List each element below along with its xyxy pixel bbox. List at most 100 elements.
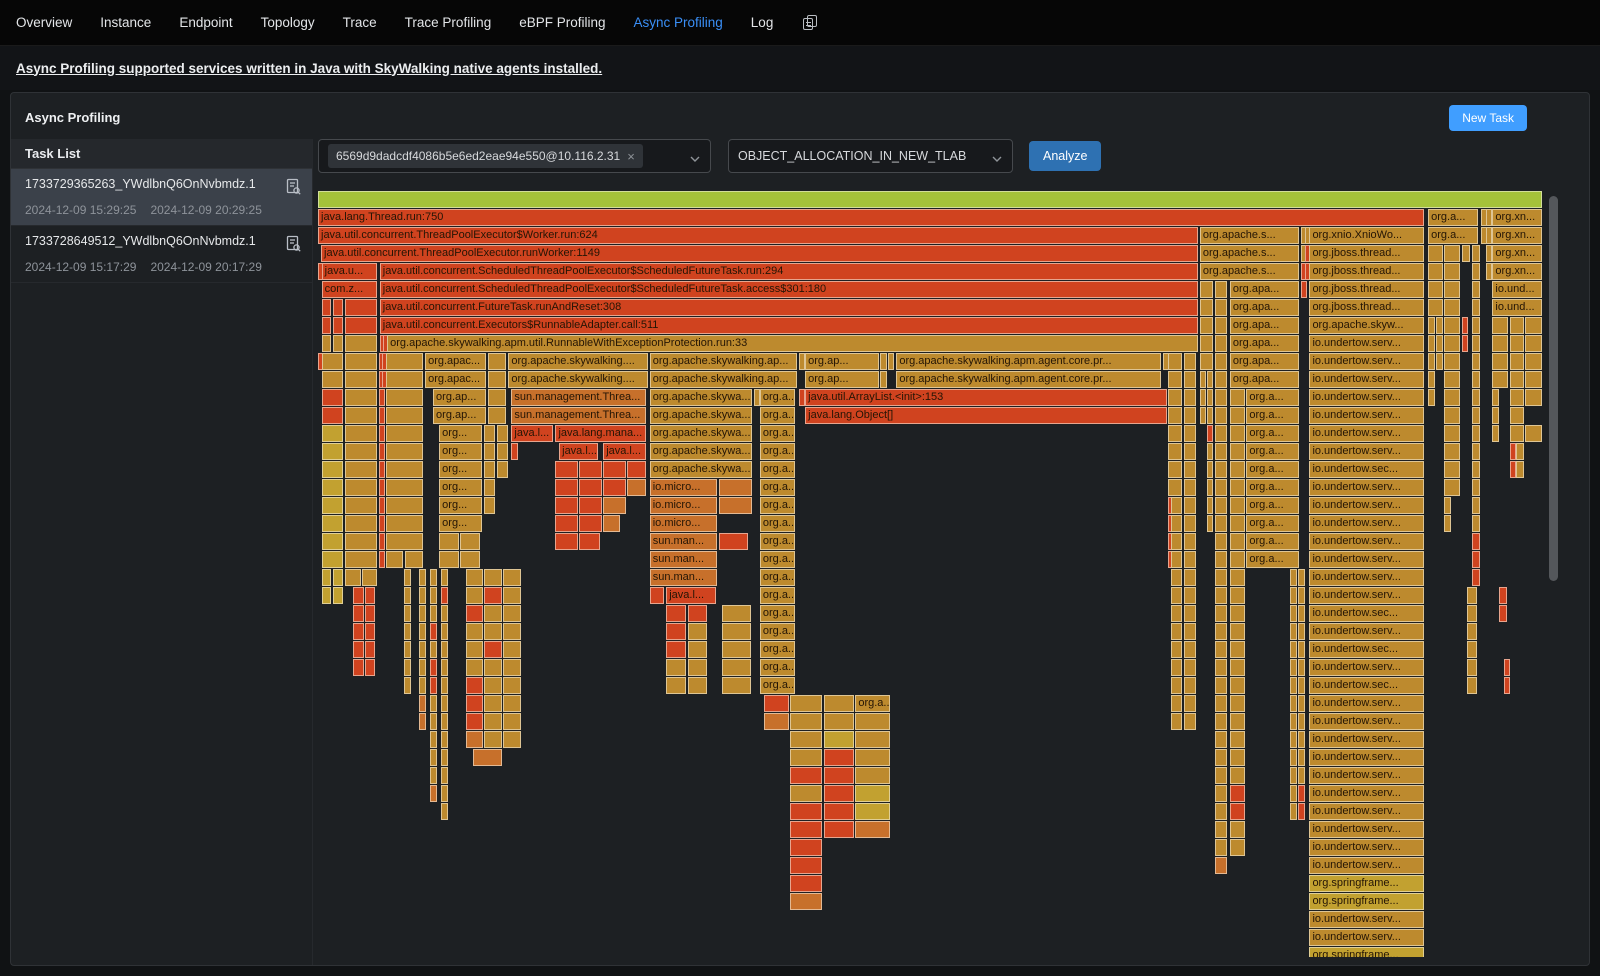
flame-frame[interactable] [1428,389,1435,406]
flame-frame[interactable]: java.util.concurrent.ScheduledThreadPool… [380,263,1198,280]
flame-frame[interactable] [1230,767,1245,784]
flame-frame[interactable] [1215,335,1227,352]
flame-frame[interactable] [484,479,495,496]
flame-frame[interactable]: org.ap... [433,407,486,424]
flame-frame[interactable] [333,335,343,352]
flame-frame[interactable] [1444,479,1460,496]
flame-frame[interactable] [1525,389,1542,406]
flame-frame[interactable] [322,353,343,370]
flame-frame[interactable] [1230,407,1245,424]
flame-frame[interactable] [1215,533,1227,550]
flame-frame[interactable] [1207,371,1213,388]
flame-frame[interactable] [497,425,508,442]
flame-frame[interactable] [1168,479,1182,496]
flame-frame[interactable] [824,731,855,748]
flame-frame[interactable]: org.a... [1246,533,1299,550]
flame-frame[interactable] [322,569,332,586]
flame-frame[interactable]: io.undertow.serv... [1309,479,1423,496]
flame-frame[interactable]: org.a... [1428,209,1478,226]
flame-frame[interactable]: io.undertow.serv... [1309,695,1423,712]
flame-frame[interactable] [1230,479,1245,496]
flame-frame[interactable] [1215,731,1227,748]
flame-frame[interactable] [1499,605,1506,622]
flame-frame[interactable] [1200,299,1213,316]
flame-frame[interactable] [1472,569,1479,586]
flame-frame[interactable] [466,677,483,694]
flame-frame[interactable]: io.undertow.serv... [1309,911,1423,928]
flame-frame[interactable] [1215,389,1227,406]
flame-frame[interactable] [441,569,448,586]
flame-frame[interactable] [1184,587,1196,604]
flame-frame[interactable] [1184,677,1196,694]
flame-frame[interactable] [1510,389,1525,406]
flame-frame[interactable] [1472,371,1479,388]
flame-frame[interactable] [1215,569,1227,586]
flame-frame[interactable]: org.a... [760,497,795,514]
flame-frame[interactable] [345,353,377,370]
flame-frame[interactable] [1171,713,1182,730]
flame-frame[interactable]: org.jboss.thread... [1309,281,1423,298]
flame-frame[interactable]: java.util.concurrent.Executors$RunnableA… [380,317,1198,334]
flame-frame[interactable] [430,695,437,712]
flame-frame[interactable] [824,713,855,730]
flame-frame[interactable] [497,461,508,478]
flame-frame[interactable]: io.undertow.sec... [1309,677,1423,694]
flame-frame[interactable] [322,533,343,550]
flame-frame[interactable] [439,533,459,550]
flame-frame[interactable] [441,587,448,604]
flame-frame[interactable] [1467,641,1477,658]
flame-frame[interactable] [1230,497,1245,514]
flame-frame[interactable] [419,605,426,622]
flame-frame[interactable] [1525,317,1542,334]
flame-frame[interactable] [1301,281,1307,298]
flame-frame[interactable] [430,785,437,802]
flame-frame[interactable] [1184,371,1196,388]
flame-frame[interactable] [419,569,426,586]
flame-frame[interactable] [488,353,507,370]
flame-frame[interactable] [362,569,377,586]
flame-frame[interactable] [484,461,495,478]
flame-frame[interactable]: org.jboss.thread... [1309,299,1423,316]
flame-frame[interactable] [322,587,332,604]
flame-frame[interactable] [503,605,521,622]
flame-frame[interactable]: org.a... [760,623,795,640]
flame-frame[interactable] [666,605,686,622]
flame-frame[interactable] [824,803,855,820]
flame-frame[interactable]: io.undertow.serv... [1309,803,1423,820]
flame-frame[interactable] [473,749,501,766]
flame-frame[interactable] [1499,587,1506,604]
flame-frame[interactable] [1215,605,1227,622]
flame-frame[interactable] [441,623,448,640]
flame-frame[interactable] [379,443,385,460]
flame-frame[interactable] [441,731,448,748]
flame-frame[interactable] [386,533,423,550]
flame-frame[interactable] [1510,425,1525,442]
flame-frame[interactable] [1492,317,1508,334]
flame-frame[interactable] [1467,677,1477,694]
flame-frame[interactable] [430,623,437,640]
flame-frame[interactable]: org.xnio.XnioWo... [1309,227,1423,244]
flame-frame[interactable] [322,317,332,334]
flame-frame[interactable] [579,461,602,478]
flame-frame[interactable] [1472,551,1479,568]
flame-frame[interactable] [345,515,377,532]
flame-frame[interactable] [579,497,602,514]
flame-frame[interactable] [466,695,483,712]
flame-frame[interactable] [1462,317,1468,334]
flame-frame[interactable] [1215,407,1227,424]
flame-frame[interactable] [1184,659,1196,676]
flame-frame[interactable] [855,749,890,766]
flame-frame[interactable] [1171,677,1182,694]
flame-frame[interactable] [1444,407,1460,424]
flame-frame[interactable] [441,803,448,820]
flame-frame[interactable] [430,605,437,622]
flame-frame[interactable] [1184,641,1196,658]
flame-frame[interactable] [1230,677,1245,694]
flame-frame[interactable]: org.a... [760,443,795,460]
flame-frame[interactable] [719,533,748,550]
flame-frame[interactable] [555,461,578,478]
flame-frame[interactable]: org.apa... [1230,281,1299,298]
flame-frame[interactable] [497,443,508,460]
flame-frame[interactable]: java.lang.Thread.run:750 [318,209,1424,226]
flame-frame[interactable] [1298,641,1305,658]
